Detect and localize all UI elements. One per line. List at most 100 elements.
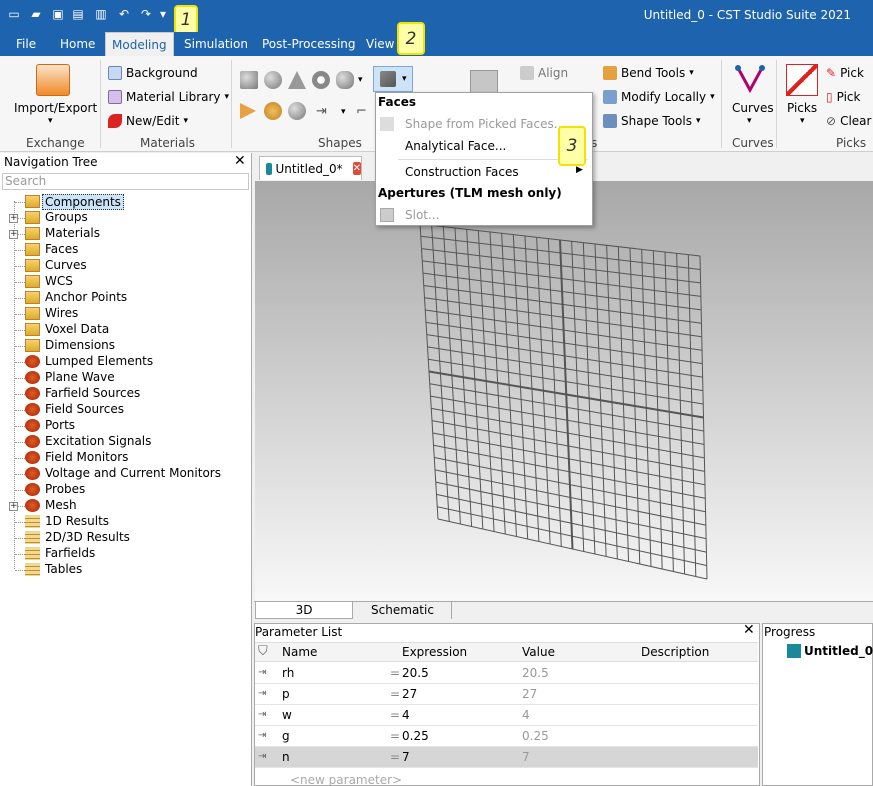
- tree-item-voltage-and-current-monitors[interactable]: Voltage and Current Monitors: [0, 466, 250, 482]
- table-row[interactable]: [255, 663, 758, 684]
- table-row[interactable]: [255, 726, 758, 747]
- menu-item-shape-from-picked-faces[interactable]: Shape from Picked Faces...: [405, 117, 565, 131]
- picks-button[interactable]: Picks: [787, 99, 817, 117]
- close-icon[interactable]: ✕: [743, 622, 755, 638]
- menu-post-processing[interactable]: Post-Processing: [256, 32, 362, 56]
- tree-item-farfields[interactable]: Farfields: [0, 546, 250, 562]
- tree-item-lumped-elements[interactable]: Lumped Elements: [0, 354, 250, 370]
- align-button[interactable]: Align: [520, 64, 568, 82]
- tab-3d[interactable]: 3D: [255, 602, 353, 619]
- slot-icon: [380, 208, 394, 222]
- expand-icon[interactable]: +: [9, 502, 18, 511]
- parameter-expression[interactable]: 20.5: [402, 666, 429, 680]
- menu-modeling[interactable]: Modeling: [105, 32, 174, 56]
- clear-picks-button[interactable]: ⊘ Clear: [826, 112, 871, 130]
- menu-item-slot[interactable]: Slot...: [405, 208, 439, 222]
- background-button[interactable]: Background: [108, 64, 198, 82]
- wcs-icon[interactable]: ⌐: [356, 104, 367, 119]
- tree-item-field-monitors[interactable]: Field Monitors: [0, 450, 250, 466]
- new-edit-button[interactable]: New/Edit ▾: [108, 112, 188, 130]
- tree-item-farfield-sources[interactable]: Farfield Sources: [0, 386, 250, 402]
- boolean-icon[interactable]: [470, 70, 498, 94]
- tree-item-excitation-signals[interactable]: Excitation Signals: [0, 434, 250, 450]
- save-icon[interactable]: ▣: [50, 6, 66, 22]
- parameter-expression[interactable]: 27: [402, 687, 417, 701]
- tree-item-field-sources[interactable]: Field Sources: [0, 402, 250, 418]
- menu-item-construction-faces[interactable]: Construction Faces: [405, 165, 519, 179]
- tree-item-label: Curves: [45, 258, 87, 272]
- rotate-icon[interactable]: [264, 102, 282, 120]
- save-all-icon[interactable]: ▤: [70, 6, 86, 22]
- tree-item-tables[interactable]: Tables: [0, 562, 250, 578]
- tree-item-wires[interactable]: Wires: [0, 306, 250, 322]
- curves-button[interactable]: Curves: [732, 99, 774, 117]
- 3d-viewport[interactable]: [255, 181, 873, 601]
- tree-item-label: Excitation Signals: [45, 434, 152, 448]
- brick-icon[interactable]: [240, 71, 258, 89]
- tree-item-probes[interactable]: Probes: [0, 482, 250, 498]
- tree-item-faces[interactable]: Faces: [0, 242, 250, 258]
- menu-file[interactable]: File: [10, 32, 42, 56]
- tree-item-anchor-points[interactable]: Anchor Points: [0, 290, 250, 306]
- tree-item-2d-3d-results[interactable]: 2D/3D Results: [0, 530, 250, 546]
- tree-item-mesh[interactable]: + Mesh: [0, 498, 250, 514]
- tree-item-groups[interactable]: + Groups: [0, 210, 250, 226]
- progress-item[interactable]: Untitled_0: [804, 644, 873, 658]
- tab-schematic[interactable]: Schematic: [354, 602, 452, 619]
- transform-icon[interactable]: ⇥: [316, 104, 327, 119]
- menu-view[interactable]: View: [360, 32, 400, 56]
- tree-item-wcs[interactable]: WCS: [0, 274, 250, 290]
- equals-sign: =: [390, 666, 401, 680]
- tree-item-components[interactable]: Components: [0, 194, 250, 210]
- loft-icon[interactable]: [288, 102, 306, 120]
- tree-item-1d-results[interactable]: 1D Results: [0, 514, 250, 530]
- menu-item-analytical-face[interactable]: Analytical Face...: [405, 139, 506, 153]
- new-parameter-row[interactable]: <new parameter>: [290, 773, 402, 786]
- close-tab-icon[interactable]: ✕: [352, 162, 361, 175]
- tree-item-plane-wave[interactable]: Plane Wave: [0, 370, 250, 386]
- undo-icon[interactable]: ↶: [116, 6, 132, 22]
- tree-item-label: Mesh: [45, 498, 77, 512]
- expand-icon[interactable]: +: [9, 214, 18, 223]
- menu-simulation[interactable]: Simulation: [178, 32, 254, 56]
- tree-item-voxel-data[interactable]: Voxel Data: [0, 322, 250, 338]
- shape-tools-button[interactable]: Shape Tools ▾: [603, 112, 700, 130]
- pick-faces-button[interactable]: ▯ Pick: [826, 88, 860, 106]
- parameter-expression[interactable]: 0.25: [402, 729, 429, 743]
- material-library-button[interactable]: Material Library ▾: [108, 88, 229, 106]
- new-file-icon[interactable]: ▭: [6, 6, 22, 22]
- cone-icon[interactable]: [288, 71, 306, 89]
- parameter-expression[interactable]: 4: [402, 708, 410, 722]
- tree-item-curves[interactable]: Curves: [0, 258, 250, 274]
- customize-qat-icon[interactable]: ▾: [158, 6, 168, 22]
- filter-icon[interactable]: ⛉: [258, 644, 268, 659]
- tree-item-ports[interactable]: Ports: [0, 418, 250, 434]
- sphere-icon[interactable]: [264, 71, 282, 89]
- column-header-expression[interactable]: Expression: [402, 645, 467, 659]
- tree-item-materials[interactable]: + Materials: [0, 226, 250, 242]
- pick-points-button[interactable]: ✎ Pick: [826, 64, 864, 82]
- bend-tools-button[interactable]: Bend Tools ▾: [603, 64, 694, 82]
- column-header-description[interactable]: Description: [641, 645, 709, 659]
- modify-locally-button[interactable]: Modify Locally ▾: [603, 88, 715, 106]
- cylinder-icon[interactable]: [336, 71, 354, 89]
- column-header-name[interactable]: Name: [282, 645, 317, 659]
- parameter-expression[interactable]: 7: [402, 750, 410, 764]
- tree-item-label: Probes: [45, 482, 86, 496]
- redo-icon[interactable]: ↷: [138, 6, 154, 22]
- import-export-button[interactable]: Import/Export: [14, 99, 97, 117]
- close-icon[interactable]: ✕: [234, 153, 246, 169]
- table-row[interactable]: [255, 684, 758, 705]
- tree-item-dimensions[interactable]: Dimensions: [0, 338, 250, 354]
- open-folder-icon[interactable]: ▰: [28, 6, 44, 22]
- menu-home[interactable]: Home: [54, 32, 101, 56]
- torus-icon[interactable]: [312, 71, 330, 89]
- print-icon[interactable]: ▥: [93, 6, 109, 22]
- table-row[interactable]: [255, 705, 758, 726]
- search-input[interactable]: Search: [2, 173, 249, 190]
- library-icon: [108, 90, 122, 104]
- expand-icon[interactable]: +: [9, 230, 18, 239]
- column-header-value[interactable]: Value: [522, 645, 555, 659]
- table-row[interactable]: [255, 747, 758, 768]
- document-tab[interactable]: Untitled_0* ✕: [259, 156, 362, 180]
